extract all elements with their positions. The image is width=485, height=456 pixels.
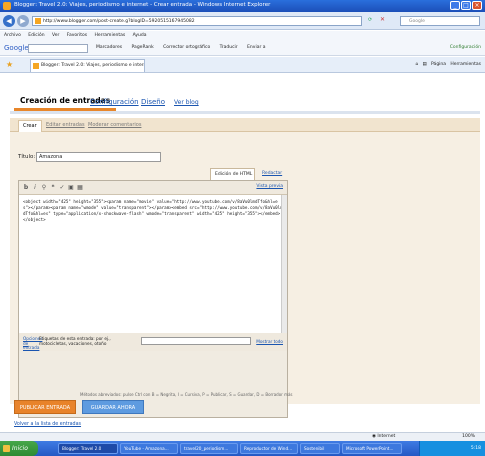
stop-icon[interactable]: ✕ [380, 16, 385, 23]
home-icon[interactable]: ⌂ [415, 62, 418, 67]
taskbar-item[interactable]: YouTube - Amazona... [120, 443, 178, 454]
refresh-icon[interactable]: ⟳ [368, 17, 372, 23]
post-editor: b i ⚲ ❝ ✓ ▣ ▦ Vista previa <object width… [18, 180, 288, 418]
google-toolbar: Google Marcadores PageRank Corrector ort… [0, 40, 485, 56]
italic-icon[interactable]: i [32, 184, 38, 191]
subtab-moderate-comments[interactable]: Moderar comentarios [88, 118, 141, 132]
tab-edit-html[interactable]: Edición de HTML [210, 168, 255, 180]
minimize-icon[interactable]: _ [450, 1, 460, 10]
url-text: http://www.blogger.com/post-create.g?blo… [43, 19, 195, 24]
ie-icon [3, 2, 11, 10]
taskbar-item[interactable]: Microsoft PowerPoint... [342, 443, 402, 454]
zone-label: Internet [377, 434, 396, 439]
system-tray: 5:18 [419, 441, 485, 456]
command-bar: ⌂ ▤ Página Herramientas [415, 57, 481, 73]
labels-row: Opciones de entrada Etiquetas de esta en… [19, 333, 287, 351]
maximize-icon[interactable]: □ [461, 1, 471, 10]
labels-description: Etiquetas de esta entrada: por ej., moto… [39, 336, 111, 346]
save-now-button[interactable]: GUARDAR AHORA [82, 400, 144, 414]
page-icon [35, 18, 41, 24]
image-icon[interactable]: ▣ [68, 184, 74, 191]
page-content: Creación de entradas Configuración Diseñ… [0, 74, 485, 437]
close-icon[interactable]: × [472, 1, 482, 10]
window-titlebar: Blogger: Travel 2.0: Viajes, periodismo … [0, 0, 485, 12]
show-all-labels-link[interactable]: Mostrar todo [256, 339, 283, 344]
spellcheck-icon[interactable]: ✓ [59, 184, 65, 191]
taskbar-item[interactable]: Sostenibil [300, 443, 340, 454]
editor-toolbar: b i ⚲ ❝ ✓ ▣ ▦ Vista previa [19, 181, 287, 195]
menu-bar: Archivo Edición Ver Favoritos Herramient… [0, 31, 485, 40]
url-field[interactable]: http://www.blogger.com/post-create.g?blo… [32, 16, 362, 26]
page-menu[interactable]: Página [431, 62, 446, 67]
post-title-input[interactable]: Amazona [36, 152, 161, 162]
blogger-subtabs: Crear Editar entradas Moderar comentario… [10, 118, 480, 132]
preview-link[interactable]: Vista previa [256, 184, 283, 189]
clock: 5:18 [470, 446, 481, 451]
taskbar-item[interactable]: travel20_periodism... [180, 443, 238, 454]
menu-item-view[interactable]: Ver [52, 33, 59, 38]
search-placeholder: Google [409, 19, 425, 24]
subtab-create[interactable]: Crear [18, 120, 42, 132]
menu-item-edit[interactable]: Edición [28, 33, 44, 38]
labels-input[interactable] [141, 337, 251, 345]
keyboard-shortcuts-hint: Métodos abreviados: pulse Ctrl con B = N… [80, 392, 293, 397]
menu-item-file[interactable]: Archivo [4, 33, 21, 38]
print-icon[interactable]: ▤ [422, 62, 426, 67]
favorites-star-icon[interactable]: ★ [6, 60, 13, 69]
toolbar-spellcheck[interactable]: Corrector ortográfico [163, 45, 210, 50]
tools-menu[interactable]: Herramientas [450, 62, 481, 67]
menu-item-tools[interactable]: Herramientas [95, 33, 126, 38]
tab-view-blog[interactable]: Ver blog [174, 99, 199, 106]
taskbar-item[interactable]: Reproductor de Wind... [240, 443, 298, 454]
window-controls: _ □ × [450, 1, 482, 10]
toolbar-pagerank[interactable]: PageRank [132, 45, 154, 50]
window-title: Blogger: Travel 2.0: Viajes, periodismo … [14, 2, 271, 8]
security-zone: ◉ Internet [372, 433, 395, 441]
subtab-edit-posts[interactable]: Editar entradas [46, 118, 85, 132]
back-icon[interactable]: ◀ [3, 15, 15, 27]
forward-icon[interactable]: ▶ [17, 15, 29, 27]
google-search-input[interactable] [28, 44, 88, 53]
quote-icon[interactable]: ❝ [50, 184, 56, 191]
title-label: Título: [18, 154, 36, 160]
google-toolbar-items: Marcadores PageRank Corrector ortográfic… [96, 40, 274, 56]
link-icon[interactable]: ⚲ [41, 184, 47, 191]
search-input[interactable]: Google [400, 16, 480, 26]
blogger-tabs: Creación de entradas Configuración Diseñ… [10, 84, 480, 114]
video-icon[interactable]: ▦ [77, 184, 83, 191]
browser-tab[interactable]: Blogger: Travel 2.0: Viajes, periodismo … [30, 59, 145, 72]
status-bar: ◉ Internet 100% [0, 432, 485, 441]
toolbar-bookmarks[interactable]: Marcadores [96, 45, 122, 50]
tab-compose[interactable]: Redactar [258, 168, 286, 180]
menu-item-help[interactable]: Ayuda [133, 33, 147, 38]
address-bar: ◀ ▶ http://www.blogger.com/post-create.g… [0, 12, 485, 30]
tab-layout[interactable]: Diseño [141, 98, 165, 106]
browser-tab-bar: ★ Blogger: Travel 2.0: Viajes, periodism… [0, 57, 485, 73]
publish-post-button[interactable]: PUBLICAR ENTRADA [14, 400, 76, 414]
toolbar-settings[interactable]: Configuración [450, 40, 481, 56]
taskbar: Inicio Blogger: Travel 2.0 YouTube - Ama… [0, 441, 485, 456]
tab-settings[interactable]: Configuración [90, 98, 139, 106]
back-to-posts-link[interactable]: Volver a la lista de entradas [14, 422, 81, 427]
start-button[interactable]: Inicio [0, 441, 38, 456]
html-editor-textarea[interactable]: <object width="425" height="355"><param … [19, 195, 287, 333]
bold-icon[interactable]: b [23, 184, 29, 191]
taskbar-item[interactable]: Blogger: Travel 2.0 [58, 443, 118, 454]
editor-panel: Título: Amazona Edición de HTML Redactar… [10, 132, 480, 418]
post-options-link[interactable]: Opciones de entrada [23, 336, 42, 351]
google-logo: Google [4, 44, 29, 52]
toolbar-translate[interactable]: Traducir [220, 45, 238, 50]
menu-item-favorites[interactable]: Favoritos [67, 33, 87, 38]
toolbar-send-to[interactable]: Enviar a [247, 45, 265, 50]
editor-scrollbar[interactable] [281, 195, 287, 333]
zoom-level[interactable]: 100% [462, 433, 475, 441]
